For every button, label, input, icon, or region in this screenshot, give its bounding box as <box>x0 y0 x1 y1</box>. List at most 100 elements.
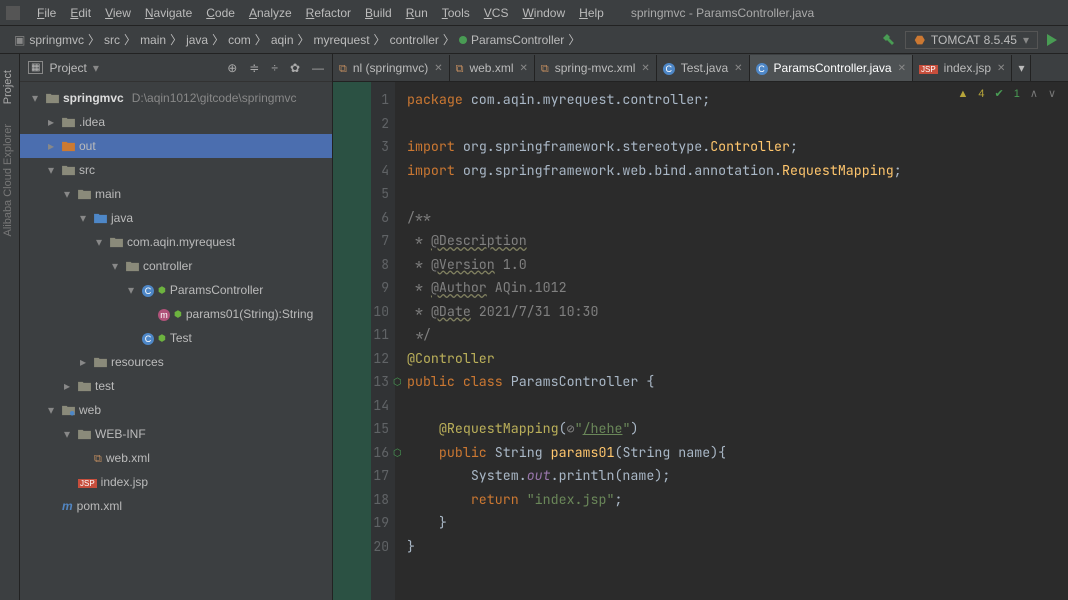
breadcrumb-item[interactable]: controller <box>386 33 443 47</box>
close-icon[interactable]: ✕ <box>519 63 527 74</box>
tree-node[interactable]: ▾springmvcD:\aqin1012\gitcode\springmvc <box>20 86 332 110</box>
tree-twisty-icon[interactable]: ▾ <box>80 211 90 225</box>
code-line[interactable]: * @Author AQin.1012 <box>407 276 1056 300</box>
gutter-mark-icon[interactable]: ⬡ <box>393 370 402 394</box>
code-line[interactable]: } <box>407 535 1056 559</box>
line-number[interactable]: 14 <box>345 394 389 418</box>
tree-node[interactable]: ▾WEB-INF <box>20 422 332 446</box>
tree-node[interactable]: ▾src <box>20 158 332 182</box>
breadcrumb-item[interactable]: com <box>224 33 255 47</box>
code-line[interactable] <box>407 394 1056 418</box>
menu-build[interactable]: Build <box>358 6 399 20</box>
code-line[interactable]: * @Date 2021/7/31 10:30 <box>407 300 1056 324</box>
chevron-up-icon[interactable]: ∧ <box>1030 87 1038 100</box>
tree-node[interactable]: ▸out <box>20 134 332 158</box>
code-line[interactable] <box>407 112 1056 136</box>
chevron-down-icon[interactable]: ▾ <box>93 61 99 75</box>
line-number[interactable]: 4 <box>345 159 389 183</box>
menu-run[interactable]: Run <box>399 6 435 20</box>
tree-twisty-icon[interactable]: ▾ <box>64 427 74 441</box>
menu-view[interactable]: View <box>98 6 138 20</box>
inspection-badge[interactable]: ▲4 ✔1 ∧ ∨ <box>954 86 1060 101</box>
code-line[interactable] <box>407 182 1056 206</box>
editor-tab[interactable]: CTest.java✕ <box>657 55 750 81</box>
menu-tools[interactable]: Tools <box>435 6 477 20</box>
tool-tab-project[interactable]: Project <box>0 62 16 112</box>
breadcrumb-item[interactable]: src <box>100 33 124 47</box>
line-number[interactable]: 19 <box>345 511 389 535</box>
line-number[interactable]: 13⬡ <box>345 370 389 394</box>
tree-twisty-icon[interactable]: ▸ <box>80 355 90 369</box>
line-number[interactable]: 16⬡ <box>345 441 389 465</box>
line-number[interactable]: 1 <box>345 88 389 112</box>
breadcrumb-item[interactable]: myrequest <box>310 33 374 47</box>
tree-node[interactable]: ⧉web.xml <box>20 446 332 470</box>
editor-gutter[interactable]: 12345678910111213⬡141516⬡17181920 <box>333 82 395 600</box>
line-number[interactable]: 20 <box>345 535 389 559</box>
build-icon[interactable] <box>881 32 897 48</box>
hide-icon[interactable]: — <box>312 61 324 75</box>
menu-file[interactable]: File <box>30 6 63 20</box>
line-number[interactable]: 7 <box>345 229 389 253</box>
close-icon[interactable]: ✕ <box>997 63 1005 74</box>
tool-tab-alibaba-cloud-explorer[interactable]: Alibaba Cloud Explorer <box>0 116 16 245</box>
tree-node[interactable]: m⬢params01(String):String <box>20 302 332 326</box>
tree-twisty-icon[interactable]: ▸ <box>48 139 58 153</box>
line-number[interactable]: 18 <box>345 488 389 512</box>
tabs-more[interactable]: ▾ <box>1012 55 1031 81</box>
tree-twisty-icon[interactable]: ▾ <box>32 91 42 105</box>
gutter-mark-icon[interactable]: ⬡ <box>393 441 402 465</box>
settings-icon[interactable]: ✿ <box>290 61 300 75</box>
line-number[interactable]: 8 <box>345 253 389 277</box>
code-line[interactable]: /** <box>407 206 1056 230</box>
locate-icon[interactable]: ⊕ <box>227 61 237 75</box>
code-line[interactable]: public class ParamsController { <box>407 370 1056 394</box>
menu-analyze[interactable]: Analyze <box>242 6 299 20</box>
tree-twisty-icon[interactable]: ▾ <box>48 163 58 177</box>
line-number[interactable]: 2 <box>345 112 389 136</box>
run-icon[interactable] <box>1046 34 1058 46</box>
tree-node[interactable]: C⬢Test <box>20 326 332 350</box>
tree-node[interactable]: ▾web <box>20 398 332 422</box>
tree-twisty-icon[interactable]: ▾ <box>48 403 58 417</box>
code-line[interactable]: import org.springframework.web.bind.anno… <box>407 159 1056 183</box>
close-icon[interactable]: ✕ <box>898 63 906 74</box>
line-number[interactable]: 3 <box>345 135 389 159</box>
menu-refactor[interactable]: Refactor <box>299 6 358 20</box>
tree-twisty-icon[interactable]: ▾ <box>112 259 122 273</box>
line-number[interactable]: 17 <box>345 464 389 488</box>
tree-twisty-icon[interactable]: ▾ <box>96 235 106 249</box>
editor-tab[interactable]: ⧉spring-mvc.xml✕ <box>535 55 657 81</box>
line-number[interactable]: 15 <box>345 417 389 441</box>
breadcrumb-item[interactable]: java <box>182 33 212 47</box>
code-line[interactable]: System.out.println(name); <box>407 464 1056 488</box>
menu-edit[interactable]: Edit <box>63 6 98 20</box>
tree-twisty-icon[interactable]: ▸ <box>64 379 74 393</box>
code-line[interactable]: * @Description <box>407 229 1056 253</box>
project-tree[interactable]: ▾springmvcD:\aqin1012\gitcode\springmvc▸… <box>20 82 332 600</box>
tree-node[interactable]: ▾java <box>20 206 332 230</box>
code-line[interactable]: */ <box>407 323 1056 347</box>
line-number[interactable]: 11 <box>345 323 389 347</box>
breadcrumb-item[interactable]: ▣ springmvc <box>10 33 88 47</box>
line-number[interactable]: 5 <box>345 182 389 206</box>
code-line[interactable]: } <box>407 511 1056 535</box>
chevron-down-icon[interactable]: ∨ <box>1048 87 1056 100</box>
expand-icon[interactable]: ÷ <box>271 61 278 75</box>
line-number[interactable]: 9 <box>345 276 389 300</box>
menu-navigate[interactable]: Navigate <box>138 6 199 20</box>
tree-node[interactable]: ▸.idea <box>20 110 332 134</box>
close-icon[interactable]: ✕ <box>434 63 442 74</box>
tree-twisty-icon[interactable]: ▾ <box>128 283 138 297</box>
project-panel-title[interactable]: Project <box>49 61 86 75</box>
line-number[interactable]: 10 <box>345 300 389 324</box>
menu-help[interactable]: Help <box>572 6 611 20</box>
tree-twisty-icon[interactable]: ▸ <box>48 115 58 129</box>
code-line[interactable]: @RequestMapping(⊘"/hehe") <box>407 417 1056 441</box>
editor-tab[interactable]: CParamsController.java✕ <box>750 55 913 81</box>
breadcrumb-item[interactable]: main <box>136 33 170 47</box>
breadcrumb-item[interactable]: aqin <box>267 33 298 47</box>
tree-node[interactable]: ▾com.aqin.myrequest <box>20 230 332 254</box>
editor-tab[interactable]: ⧉nl (springmvc)✕ <box>333 55 450 81</box>
editor-tab[interactable]: JSPindex.jsp✕ <box>913 55 1012 81</box>
